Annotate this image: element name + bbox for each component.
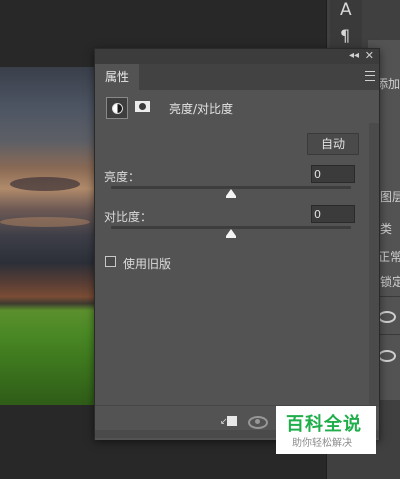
- visibility-eye-icon[interactable]: [378, 350, 396, 362]
- panel-menu-icon[interactable]: [365, 71, 375, 81]
- use-legacy-checkbox[interactable]: [105, 256, 116, 267]
- layers-tab[interactable]: 图层: [380, 188, 400, 205]
- vertical-scrollbar[interactable]: [369, 123, 379, 405]
- collapse-icon[interactable]: ◂◂: [349, 50, 359, 61]
- brightness-contrast-icon[interactable]: [106, 97, 128, 119]
- mask-icon[interactable]: [133, 97, 153, 117]
- view-previous-icon[interactable]: [248, 416, 268, 429]
- landscape-photo: [0, 67, 100, 405]
- tab-properties[interactable]: 属性: [95, 64, 139, 90]
- blend-mode-select[interactable]: 正常: [378, 248, 400, 265]
- brightness-label: 亮度：: [104, 170, 141, 184]
- contrast-input[interactable]: 0: [311, 205, 355, 223]
- brightness-slider-thumb[interactable]: [226, 189, 236, 198]
- photo-sunset-glow: [0, 217, 90, 227]
- watermark-title: 百科全说: [286, 414, 362, 435]
- clip-to-layer-icon[interactable]: ↙: [220, 414, 238, 428]
- character-tool-icon[interactable]: A: [340, 0, 352, 20]
- visibility-eye-icon[interactable]: [378, 311, 396, 323]
- lock-label: 锁定: [380, 275, 400, 289]
- watermark-subtitle: 助你轻松解决: [292, 438, 352, 449]
- use-legacy-label: 使用旧版: [123, 257, 172, 271]
- contrast-slider-thumb[interactable]: [226, 229, 236, 238]
- adjustment-title: 亮度/对比度: [169, 102, 234, 116]
- panel-tab-bar: 属性: [95, 64, 379, 90]
- panel-title-bar[interactable]: ◂◂ ✕: [95, 49, 379, 64]
- watermark-logo: 百科全说 助你轻松解决: [276, 406, 376, 454]
- paragraph-tool-icon[interactable]: ¶: [340, 26, 350, 45]
- auto-button[interactable]: 自动: [307, 133, 359, 155]
- kind-filter[interactable]: 类: [380, 220, 392, 237]
- contrast-label: 对比度：: [104, 210, 153, 224]
- brightness-input[interactable]: 0: [311, 165, 355, 183]
- photo-cloud: [10, 177, 80, 191]
- close-icon[interactable]: ✕: [365, 49, 374, 62]
- properties-panel: ◂◂ ✕ 属性 亮度/对比度 自动 亮度： 0 对比度： 0 使用旧版 ↙: [94, 48, 380, 440]
